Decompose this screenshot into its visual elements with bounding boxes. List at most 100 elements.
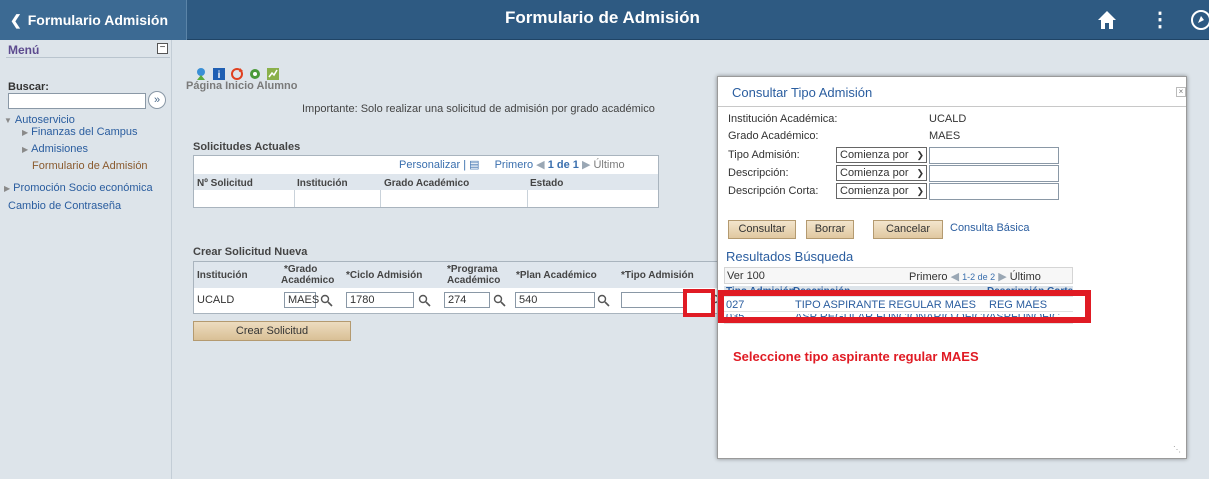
menu-item-admisiones[interactable]: ▶ Admisiones	[22, 143, 88, 155]
expanded-arrow-icon: ▼	[4, 116, 12, 125]
next-icon[interactable]: ▶	[582, 159, 594, 171]
lookup-icon[interactable]	[597, 294, 610, 307]
col-header-institucion: Institución	[297, 178, 348, 189]
descripcion-operator-select[interactable]: Comienza por ❯	[836, 165, 927, 181]
grid-nav: Personalizar | ▤ Primero ◀ 1 de 1 ▶ Últi…	[399, 158, 625, 171]
info-icon[interactable]: i	[212, 67, 226, 81]
results-title: Resultados Búsqueda	[726, 249, 854, 264]
tipo-admision-field[interactable]	[621, 292, 687, 308]
consulta-basica-link[interactable]: Consulta Básica	[950, 222, 1030, 234]
collapsed-arrow-icon: ▶	[22, 145, 29, 154]
chevron-down-icon: ❯	[916, 168, 924, 178]
lookup-icon[interactable]	[493, 294, 506, 307]
collapsed-arrow-icon: ▶	[22, 128, 29, 137]
report-icon[interactable]	[266, 67, 280, 81]
menu-item-cambio[interactable]: Cambio de Contraseña	[8, 200, 121, 212]
col-header-grado-1: *Grado	[284, 264, 318, 275]
instruction-annotation: Seleccione tipo aspirante regular MAES	[733, 349, 979, 364]
grado-field[interactable]: MAES	[284, 292, 319, 308]
descripcion-corta-input[interactable]	[929, 183, 1059, 200]
create-request-button[interactable]: Crear Solicitud	[193, 321, 351, 341]
results-nav-bar: Ver 100 Primero ◀ 1-2 de 2 ▶ Último	[724, 267, 1073, 284]
page-range: 1 de 1	[547, 159, 579, 171]
menu-item-finanzas[interactable]: ▶ Finanzas del Campus	[22, 126, 138, 138]
programa-field[interactable]: 274	[444, 292, 490, 308]
menu-item-promocion[interactable]: ▶ Promoción Socio económica	[4, 182, 153, 194]
modal-title: Consultar Tipo Admisión	[732, 85, 873, 100]
descripcion-input[interactable]	[929, 165, 1059, 182]
menu-item-label: Admisiones	[31, 143, 89, 155]
select-value: Comienza por	[840, 149, 909, 161]
back-button[interactable]: ❮ Formulario Admisión	[0, 0, 187, 40]
col-header-institucion: Institución	[197, 270, 248, 281]
menu-item-formulario[interactable]: Formulario de Admisión	[32, 160, 148, 172]
lookup-modal: Consultar Tipo Admisión × Institución Ac…	[717, 76, 1187, 459]
col-header-grado-2: Académico	[281, 275, 335, 286]
lookup-icon[interactable]	[320, 294, 333, 307]
last-link: Último	[1009, 271, 1041, 283]
collapsed-arrow-icon: ▶	[4, 184, 11, 193]
menu-item-label: Autoservicio	[14, 114, 75, 126]
cell-divider	[380, 190, 381, 207]
new-request-grid: Institución *Grado Académico *Ciclo Admi…	[193, 261, 728, 314]
page-link[interactable]: Página Inicio Alumno	[186, 80, 297, 92]
home-icon[interactable]	[1096, 9, 1118, 31]
resize-handle-icon[interactable]: ⋱	[1173, 445, 1183, 455]
grado-value: MAES	[929, 130, 961, 142]
cell-divider	[294, 190, 295, 207]
chevron-down-icon: ❯	[916, 150, 924, 160]
top-header: ❮ Formulario Admisión Formulario de Admis…	[0, 0, 1209, 40]
notice-text: Importante: Solo realizar una solicitud …	[302, 103, 655, 115]
back-button-label: Formulario Admisión	[27, 12, 169, 28]
search-input[interactable]	[8, 93, 146, 109]
first-link[interactable]: Primero	[495, 159, 534, 171]
grado-label: Grado Académico:	[728, 130, 819, 142]
highlight-box-lookup	[683, 289, 715, 317]
search-go-icon[interactable]: »	[148, 91, 166, 109]
descripcion-corta-label: Descripción Corta:	[728, 185, 819, 197]
modal-divider	[718, 106, 1186, 107]
collapse-icon[interactable]: −	[157, 43, 168, 54]
plan-field[interactable]: 540	[515, 292, 595, 308]
consultar-button[interactable]: Consultar	[728, 220, 796, 239]
tipo-input[interactable]	[929, 147, 1059, 164]
col-header-plan: *Plan Académico	[516, 270, 597, 281]
descripcion-corta-operator-select[interactable]: Comienza por ❯	[836, 183, 927, 199]
close-icon[interactable]: ×	[1176, 87, 1186, 97]
institucion-value: UCALD	[929, 113, 967, 125]
grid-view-icon[interactable]: ▤	[469, 159, 479, 171]
personalize-link[interactable]: Personalizar	[399, 159, 460, 171]
institucion-label: Institución Académica:	[728, 113, 838, 125]
col-header-ciclo: *Ciclo Admisión	[346, 270, 423, 281]
current-requests-grid: Personalizar | ▤ Primero ◀ 1 de 1 ▶ Últi…	[193, 155, 659, 208]
prev-icon[interactable]: ◀	[536, 159, 548, 171]
lookup-icon[interactable]	[418, 294, 431, 307]
select-value: Comienza por	[840, 185, 909, 197]
search-label: Buscar:	[8, 81, 49, 93]
cancelar-button[interactable]: Cancelar	[873, 220, 943, 239]
personalize-icon[interactable]	[194, 67, 208, 81]
chevron-left-icon: ❮	[10, 12, 22, 28]
next-icon[interactable]: ▶	[998, 271, 1010, 283]
col-header-solicitud: Nº Solicitud	[197, 178, 253, 189]
tipo-operator-select[interactable]: Comienza por ❯	[836, 147, 927, 163]
descripcion-label: Descripción:	[728, 167, 789, 179]
menu-item-autoservicio[interactable]: ▼ Autoservicio	[4, 114, 75, 126]
results-nav: Primero ◀ 1-2 de 2 ▶ Último	[909, 270, 1041, 283]
view-100-link[interactable]: Ver 100	[727, 270, 765, 282]
select-value: Comienza por	[840, 167, 909, 179]
settings-icon[interactable]	[248, 67, 262, 81]
menu-title: Menú	[8, 43, 40, 57]
prev-icon[interactable]: ◀	[951, 271, 963, 283]
navigation-icon[interactable]	[1190, 9, 1209, 31]
results-range: 1-2 de 2	[962, 272, 996, 282]
col-header-grado: Grado Académico	[384, 178, 470, 189]
menu-divider	[6, 57, 170, 58]
tipo-label: Tipo Admisión:	[728, 149, 800, 161]
col-header-estado: Estado	[530, 178, 564, 189]
ciclo-field[interactable]: 1780	[346, 292, 414, 308]
borrar-button[interactable]: Borrar	[806, 220, 854, 239]
page-title: Formulario de Admisión	[505, 8, 700, 27]
refresh-icon[interactable]	[230, 67, 244, 81]
kebab-menu-icon[interactable]: ⋮	[1150, 9, 1170, 31]
